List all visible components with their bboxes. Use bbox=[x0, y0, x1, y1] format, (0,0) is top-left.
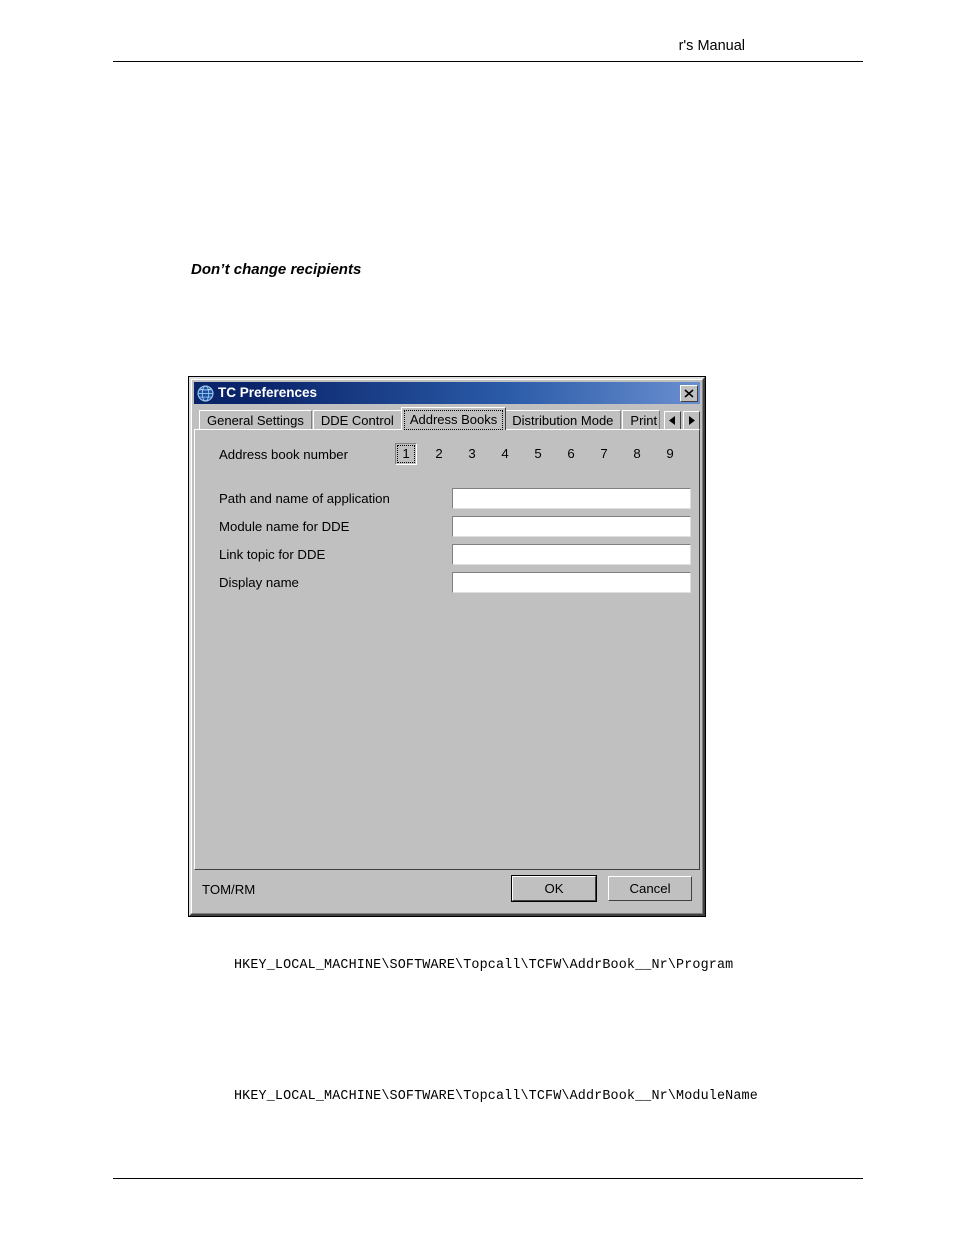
page-footer-rule bbox=[113, 1178, 863, 1179]
address-book-number-1[interactable]: 1 bbox=[395, 443, 417, 465]
display-name-label: Display name bbox=[219, 575, 299, 590]
dialog-titlebar: TC Preferences bbox=[194, 382, 700, 404]
field-row-path-and-name-of-application: Path and name of application bbox=[195, 488, 699, 510]
triangle-right-icon[interactable] bbox=[683, 410, 700, 430]
tab-label: General Settings bbox=[207, 413, 304, 428]
address-book-number-2[interactable]: 2 bbox=[428, 443, 450, 465]
path-and-name-of-application-label: Path and name of application bbox=[219, 491, 390, 506]
tab-strip: General Settings DDE Control Address Boo… bbox=[194, 407, 700, 430]
close-icon[interactable] bbox=[680, 384, 698, 402]
page-header: r's Manual bbox=[113, 38, 863, 64]
globe-icon bbox=[197, 385, 214, 401]
dialog-footer: TOM/RM OK Cancel bbox=[194, 870, 700, 910]
tab-distribution-mode[interactable]: Distribution Mode bbox=[504, 410, 622, 430]
display-name-input[interactable] bbox=[452, 572, 691, 593]
address-book-number-row: Address book number 1 2 3 4 5 6 7 8 9 bbox=[195, 443, 699, 467]
address-book-number-9[interactable]: 9 bbox=[659, 443, 681, 465]
registry-path-modulename: HKEY_LOCAL_MACHINE\SOFTWARE\Topcall\TCFW… bbox=[234, 1089, 758, 1104]
module-name-for-dde-label: Module name for DDE bbox=[219, 519, 350, 534]
dialog-title: TC Preferences bbox=[218, 386, 318, 400]
path-and-name-of-application-input[interactable] bbox=[452, 488, 691, 509]
address-book-number-5[interactable]: 5 bbox=[527, 443, 549, 465]
triangle-right-glyph bbox=[689, 415, 695, 425]
cancel-button[interactable]: Cancel bbox=[608, 876, 692, 901]
link-topic-for-dde-label: Link topic for DDE bbox=[219, 547, 326, 562]
tab-scroll-buttons bbox=[662, 410, 700, 430]
address-book-number-selector: 1 2 3 4 5 6 7 8 9 bbox=[395, 443, 692, 465]
tc-preferences-dialog: TC Preferences General Settings DDE Cont… bbox=[189, 377, 705, 916]
triangle-left-glyph bbox=[669, 415, 675, 425]
dialog-inner-frame: TC Preferences General Settings DDE Cont… bbox=[191, 379, 703, 914]
address-book-number-4[interactable]: 4 bbox=[494, 443, 516, 465]
triangle-left-icon[interactable] bbox=[664, 410, 681, 430]
status-text: TOM/RM bbox=[202, 882, 256, 897]
tab-label: Address Books bbox=[409, 411, 498, 427]
tab-page-address-books: Address book number 1 2 3 4 5 6 7 8 9 Pa… bbox=[194, 429, 700, 870]
address-book-number-label: Address book number bbox=[219, 447, 349, 462]
tab-print-control[interactable]: Print Cont bbox=[622, 410, 660, 430]
address-book-number-8[interactable]: 8 bbox=[626, 443, 648, 465]
tab-general-settings[interactable]: General Settings bbox=[199, 410, 312, 430]
tab-label: DDE Control bbox=[320, 413, 394, 428]
page-header-rule bbox=[113, 61, 863, 62]
tab-address-books[interactable]: Address Books bbox=[400, 407, 507, 430]
field-row-display-name: Display name bbox=[195, 572, 699, 594]
tab-label: Print Cont bbox=[630, 413, 659, 428]
field-row-link-topic-for-dde: Link topic for DDE bbox=[195, 544, 699, 566]
tab-label: Distribution Mode bbox=[512, 413, 614, 428]
close-glyph bbox=[684, 388, 694, 398]
link-topic-for-dde-input[interactable] bbox=[452, 544, 691, 565]
module-name-for-dde-input[interactable] bbox=[452, 516, 691, 537]
ok-button[interactable]: OK bbox=[511, 875, 597, 902]
address-book-number-6[interactable]: 6 bbox=[560, 443, 582, 465]
page-header-text: r's Manual bbox=[678, 38, 745, 54]
address-book-number-3[interactable]: 3 bbox=[461, 443, 483, 465]
section-heading: Don’t change recipients bbox=[191, 261, 362, 278]
field-row-module-name-for-dde: Module name for DDE bbox=[195, 516, 699, 538]
tab-dde-control[interactable]: DDE Control bbox=[312, 410, 402, 430]
address-book-number-7[interactable]: 7 bbox=[593, 443, 615, 465]
registry-path-program: HKEY_LOCAL_MACHINE\SOFTWARE\Topcall\TCFW… bbox=[234, 958, 734, 973]
